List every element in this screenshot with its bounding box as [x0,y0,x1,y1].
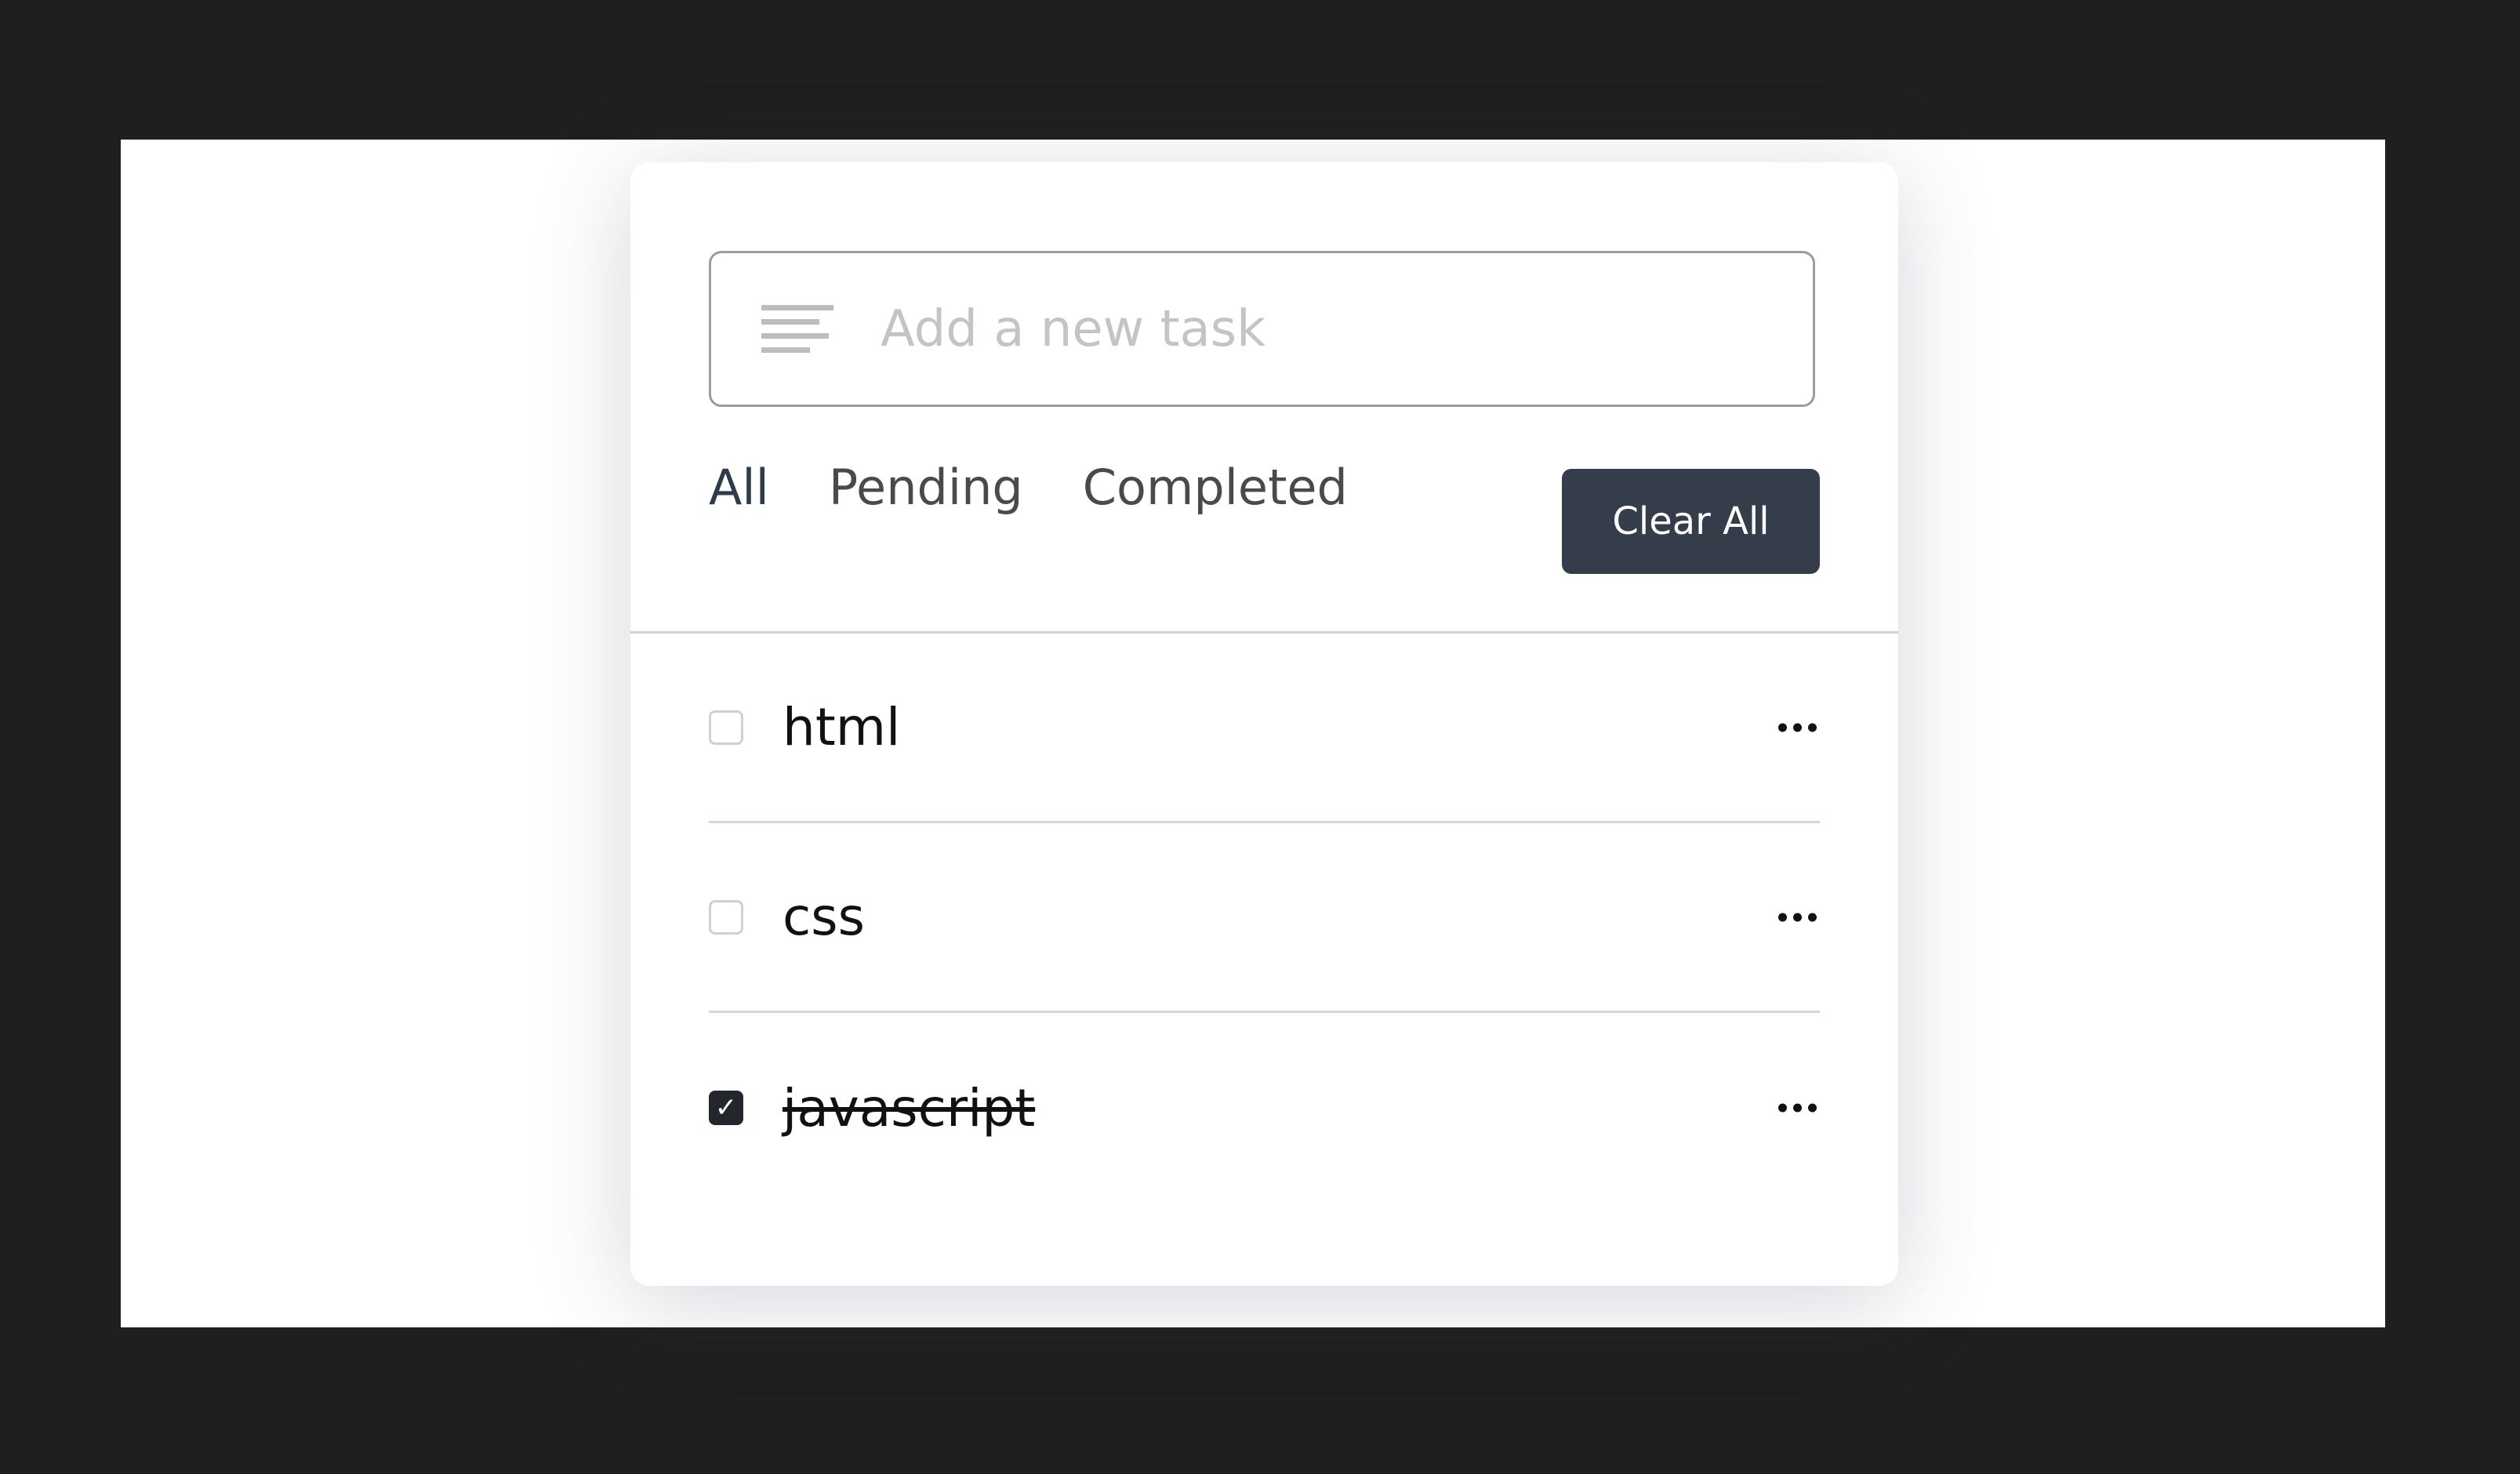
task-input[interactable] [879,299,1784,359]
task-label: html [783,697,901,757]
tab-completed[interactable]: Completed [1083,459,1348,516]
task-label: javascript [783,1077,1036,1138]
text-lines-icon [761,304,833,354]
task-input-wrapper[interactable] [709,251,1815,407]
task-item: ✓ javascript [709,1013,1820,1203]
task-item: css [709,823,1820,1013]
more-options-icon[interactable] [1778,723,1817,732]
tab-pending[interactable]: Pending [829,459,1023,516]
task-list: html css ✓ javascript [709,634,1820,1203]
task-checkbox[interactable] [709,899,743,935]
task-item: html [709,634,1820,823]
task-checkbox[interactable] [709,710,743,745]
task-label: css [783,887,866,947]
tab-all[interactable]: All [709,459,769,516]
more-options-icon[interactable] [1778,1103,1817,1113]
task-checkbox-checked[interactable]: ✓ [709,1091,743,1125]
check-icon: ✓ [714,1092,738,1124]
more-options-icon[interactable] [1778,913,1817,921]
todo-card: All Pending Completed Clear All html css… [630,162,1898,1286]
filter-tabs: All Pending Completed [709,459,1348,516]
clear-all-button[interactable]: Clear All [1562,469,1820,574]
